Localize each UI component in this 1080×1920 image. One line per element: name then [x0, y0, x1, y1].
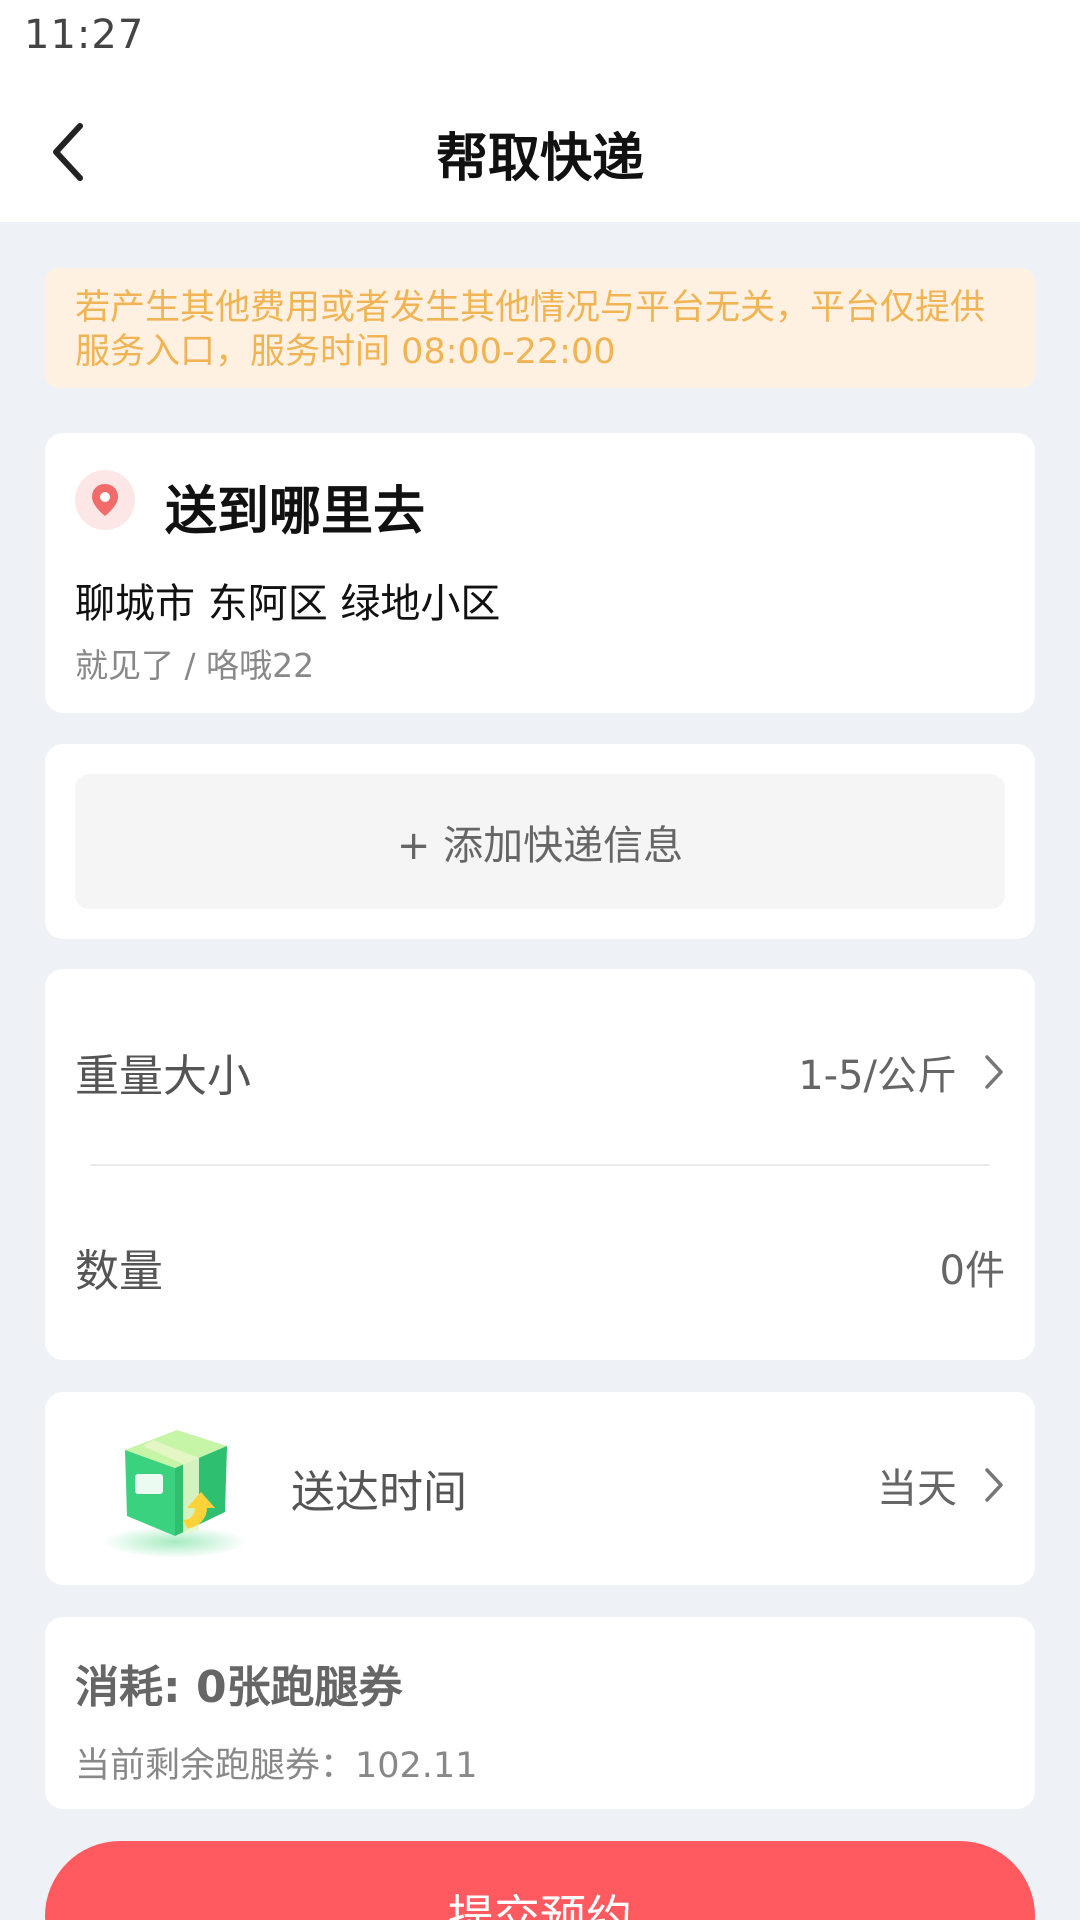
location-pin-icon [75, 470, 135, 530]
nav-bar: 帮取快递 [0, 76, 1080, 222]
quantity-value: 0件 [939, 1248, 1005, 1294]
destination-title: 送到哪里去 [165, 482, 426, 542]
divider [90, 1164, 990, 1166]
cost-amount: 0张跑腿券 [195, 1662, 403, 1713]
notice-banner: 若产生其他费用或者发生其他情况与平台无关，平台仅提供服务入口，服务时间 08:0… [45, 268, 1035, 388]
weight-row[interactable]: 重量大小 1-5/公斤 [75, 1037, 1005, 1107]
cost-card: 消耗: 0张跑腿券 当前剩余跑腿券：102.11 [45, 1617, 1035, 1809]
delivery-time-value: 当天 [877, 1466, 957, 1512]
submit-button[interactable]: 提交预约 [45, 1841, 1035, 1920]
add-express-button[interactable]: + 添加快递信息 [75, 774, 1005, 909]
destination-card[interactable]: 送到哪里去 聊城市 东阿区 绿地小区 就见了 / 咯哦22 [45, 433, 1035, 713]
submit-label: 提交预约 [448, 1890, 632, 1920]
weight-label: 重量大小 [75, 1051, 251, 1102]
page-title: 帮取快递 [435, 129, 644, 189]
add-express-card: + 添加快递信息 [45, 744, 1035, 939]
delivery-time-label: 送达时间 [291, 1467, 467, 1518]
destination-detail: 就见了 / 咯哦22 [75, 646, 315, 685]
cost-prefix: 消耗: [75, 1662, 181, 1713]
chevron-right-icon [983, 1466, 1005, 1504]
delivery-time-card[interactable]: 送达时间 当天 [45, 1392, 1035, 1585]
chevron-right-icon [983, 1053, 1005, 1091]
remaining-coupons: 当前剩余跑腿券：102.11 [75, 1746, 478, 1786]
weight-value: 1-5/公斤 [798, 1053, 957, 1099]
package-box-icon [103, 1430, 247, 1558]
cost-line: 消耗: 0张跑腿券 [75, 1651, 403, 1715]
status-bar: 11:27 [0, 0, 1080, 76]
quantity-row[interactable]: 数量 0件 [75, 1232, 1005, 1302]
destination-address: 聊城市 东阿区 绿地小区 [75, 581, 501, 627]
quantity-label: 数量 [75, 1246, 163, 1297]
status-time: 11:27 [24, 12, 145, 58]
package-info-card: 重量大小 1-5/公斤 数量 0件 [45, 969, 1035, 1360]
